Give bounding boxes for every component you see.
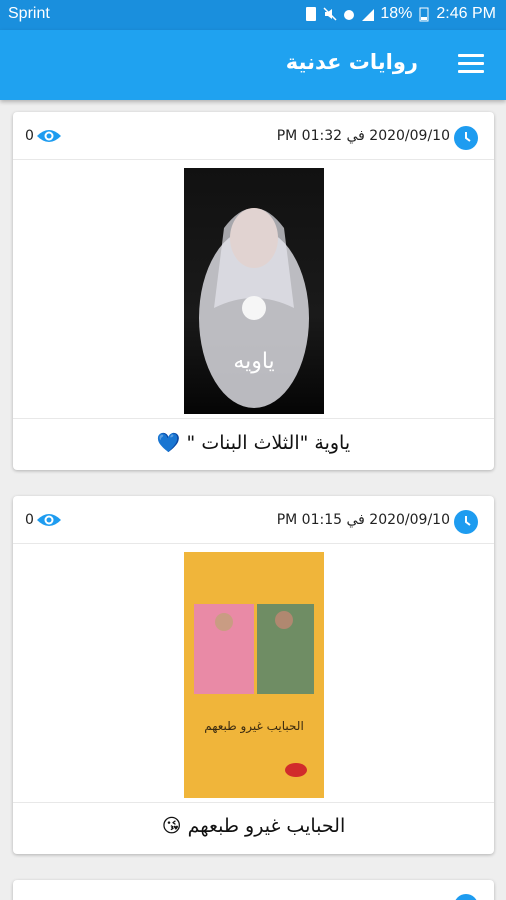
bride-illustration: ياويه: [199, 208, 309, 408]
menu-icon[interactable]: [458, 54, 484, 76]
couple-illustration: الحبايب غيرو طبعهم: [194, 604, 314, 777]
cover-title: الحبايب غيرو طبعهم: [204, 719, 304, 734]
clock-icon: [455, 894, 477, 900]
clock-icon: [454, 126, 478, 150]
post-card[interactable]: 0 2020/09/10 في 01:15 PM الحبايب غيرو طب…: [13, 496, 494, 854]
carrier-name: Sprint: [8, 5, 50, 22]
post-title-row: ياوية "الثلاث البنات " 💙: [13, 418, 494, 470]
post-meta: 0 2020/09/10 في 01:32 PM: [13, 112, 494, 160]
post-card-partial[interactable]: [13, 880, 494, 900]
post-title-row: الحبايب غيرو طبعهم 😘: [13, 802, 494, 854]
battery-icon: [419, 7, 429, 22]
eye-icon: [36, 130, 61, 142]
clock-icon: [454, 510, 478, 534]
post-card[interactable]: 0 2020/09/10 في 01:32 PM ياويه ياوية "ال…: [13, 112, 494, 470]
post-date: 2020/09/10 في 01:15 PM: [276, 512, 450, 528]
battery-percent: 18%: [380, 5, 413, 22]
page-title: روايات عدنية: [285, 50, 418, 74]
post-date: 2020/09/10 في 01:32 PM: [276, 128, 450, 144]
status-bar: Sprint 18% 2:46 PM: [0, 0, 506, 30]
view-count: 0: [25, 127, 62, 145]
signal-icon: [362, 9, 375, 21]
story-cover-image[interactable]: الحبايب غيرو طبعهم: [184, 552, 324, 798]
view-count: 0: [25, 511, 62, 529]
post-title[interactable]: الحبايب غيرو طبعهم 😘: [13, 815, 494, 837]
clock-time: 2:46 PM: [436, 5, 496, 22]
sim-icon: [306, 7, 317, 21]
eye-icon: [36, 514, 61, 526]
alarm-icon: [344, 10, 355, 20]
view-count-value: 0: [25, 128, 34, 144]
post-meta: 0 2020/09/10 في 01:15 PM: [13, 496, 494, 544]
story-cover-image[interactable]: ياويه: [184, 168, 324, 414]
cover-title: ياويه: [233, 349, 274, 374]
view-count-value: 0: [25, 512, 34, 528]
mute-icon: [323, 7, 337, 21]
status-icons: 18% 2:46 PM: [304, 5, 496, 23]
app-bar: روايات عدنية: [0, 30, 506, 100]
post-title[interactable]: ياوية "الثلاث البنات " 💙: [13, 431, 494, 454]
